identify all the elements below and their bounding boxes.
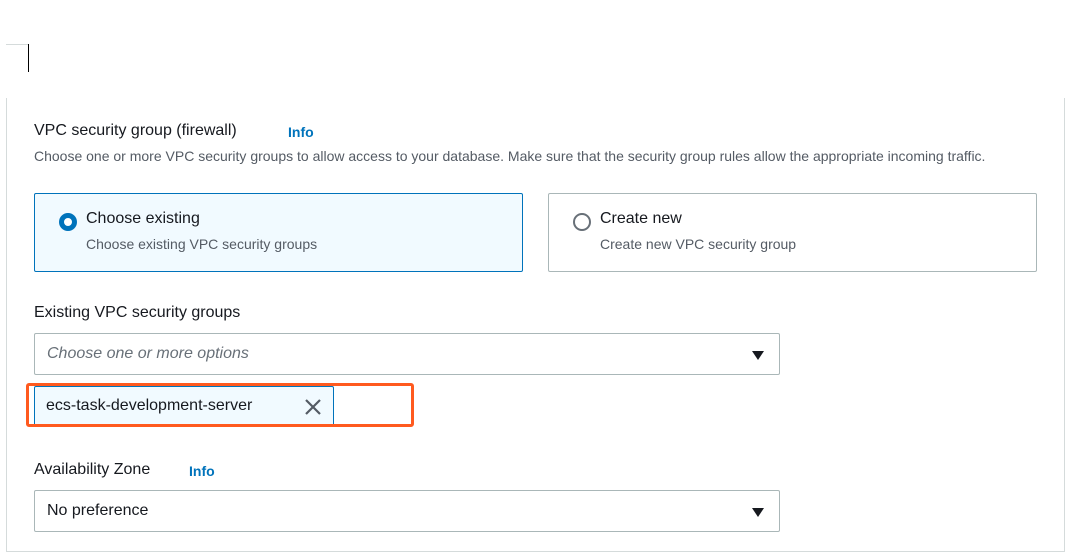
choose-existing-description: Choose existing VPC security groups [86, 236, 318, 252]
availability-zone-select[interactable]: No preference [34, 490, 780, 532]
availability-zone-info-link[interactable]: Info [189, 463, 215, 479]
header-area [0, 0, 1071, 98]
radio-selected-icon[interactable] [59, 213, 77, 231]
availability-zone-label: Availability Zone [34, 461, 151, 478]
text-cursor [28, 44, 29, 72]
create-new-title: Create new [600, 210, 682, 227]
choose-existing-tile[interactable]: Choose existing Choose existing VPC secu… [34, 193, 523, 272]
caret-down-icon [752, 351, 764, 360]
selected-token: ecs-task-development-server [34, 386, 334, 426]
caret-down-icon [752, 508, 764, 517]
availability-zone-value: No preference [47, 502, 149, 519]
choose-existing-title: Choose existing [86, 210, 200, 227]
security-group-description: Choose one or more VPC security groups t… [34, 148, 986, 164]
radio-unselected-icon[interactable] [573, 213, 591, 231]
existing-groups-label: Existing VPC security groups [34, 304, 241, 321]
security-group-title: VPC security group (firewall) [34, 122, 237, 139]
security-groups-multiselect[interactable]: Choose one or more options [34, 333, 780, 375]
divider [6, 44, 28, 45]
security-group-info-link[interactable]: Info [288, 124, 314, 140]
close-icon[interactable] [303, 397, 323, 417]
create-new-tile[interactable]: Create new Create new VPC security group [548, 193, 1037, 272]
token-label: ecs-task-development-server [46, 397, 253, 414]
multiselect-placeholder: Choose one or more options [47, 345, 249, 362]
create-new-description: Create new VPC security group [600, 236, 797, 252]
